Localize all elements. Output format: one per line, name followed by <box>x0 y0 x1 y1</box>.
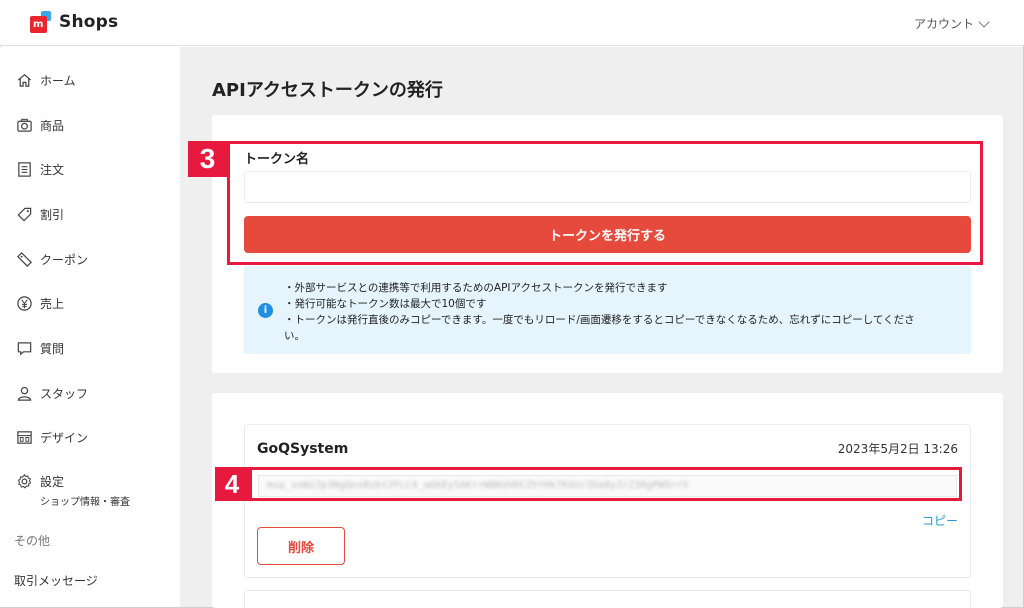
sidebar-item-label: 設定 <box>40 475 65 489</box>
info-line: ・外部サービスとの連携等で利用するためのAPIアクセストークンを発行できます <box>284 282 668 294</box>
sidebar-item-questions[interactable]: 質問 <box>16 340 64 357</box>
account-label: アカウント <box>913 17 974 31</box>
token-created-date: 2023年5月2日 13:26 <box>837 442 958 456</box>
design-icon <box>16 429 33 446</box>
list-icon <box>16 161 33 178</box>
account-menu[interactable]: アカウント <box>913 15 990 32</box>
sidebar-item-label: クーポン <box>40 253 89 267</box>
next-token-item <box>244 590 971 608</box>
sidebar-item-settings[interactable]: 設定 <box>16 473 64 490</box>
sidebar-item-discounts[interactable]: 割引 <box>16 206 64 223</box>
gear-icon <box>16 473 33 490</box>
sidebar-item-messages[interactable]: 取引メッセージ <box>14 572 98 589</box>
mercari-shops-logo-icon: m <box>30 11 52 33</box>
shops-logo[interactable]: m Shops <box>30 11 118 33</box>
annotation-box-3 <box>227 141 983 265</box>
sidebar-item-design[interactable]: デザイン <box>16 429 88 446</box>
home-icon <box>16 72 33 89</box>
logo-text: Shops <box>59 12 119 32</box>
sidebar-item-label: デザイン <box>40 431 89 445</box>
tag-icon <box>16 206 33 223</box>
sidebar-section-other: その他 <box>14 534 51 548</box>
page-title: APIアクセストークンの発行 <box>212 80 443 101</box>
sidebar-item-label: 商品 <box>40 119 65 133</box>
info-line: い。 <box>284 330 305 342</box>
sidebar-item-label: 割引 <box>40 208 65 222</box>
sidebar-item-settings-sub: ショップ情報・審査 <box>40 497 130 508</box>
sidebar-item-products[interactable]: 商品 <box>16 117 64 134</box>
user-icon <box>16 385 33 402</box>
coupon-icon <box>16 251 33 268</box>
yen-icon <box>16 295 33 312</box>
sidebar-item-staff[interactable]: スタッフ <box>16 385 88 402</box>
sidebar-item-label: スタッフ <box>40 387 89 401</box>
info-line: ・発行可能なトークン数は最大で10個です <box>284 298 487 310</box>
top-header: m Shops アカウント <box>0 0 1024 46</box>
camera-icon <box>16 117 33 134</box>
delete-token-button[interactable]: 削除 <box>257 527 345 565</box>
chat-icon <box>16 340 33 357</box>
annotation-box-4 <box>249 467 962 501</box>
sidebar-item-orders[interactable]: 注文 <box>16 161 64 178</box>
annotation-badge-3: 3 <box>188 141 227 177</box>
info-line: ・トークンは発行直後のみコピーできます。一度でもリロード/画面遷移をするとコピー… <box>284 314 915 326</box>
sidebar-item-coupons[interactable]: クーポン <box>16 251 88 268</box>
sidebar-item-sales[interactable]: 売上 <box>16 295 64 312</box>
token-name: GoQSystem <box>257 441 349 457</box>
chevron-down-icon <box>978 15 990 28</box>
info-icon: i <box>258 303 273 318</box>
copy-token-link[interactable]: コピー <box>922 512 958 529</box>
annotation-badge-4: 4 <box>215 467 249 501</box>
sidebar-item-label: 注文 <box>40 163 65 177</box>
sidebar-item-label: ホーム <box>40 74 76 88</box>
sidebar-item-label: 売上 <box>40 297 65 311</box>
sidebar-item-home[interactable]: ホーム <box>16 72 76 89</box>
sidebar-item-label: 質問 <box>40 342 65 356</box>
